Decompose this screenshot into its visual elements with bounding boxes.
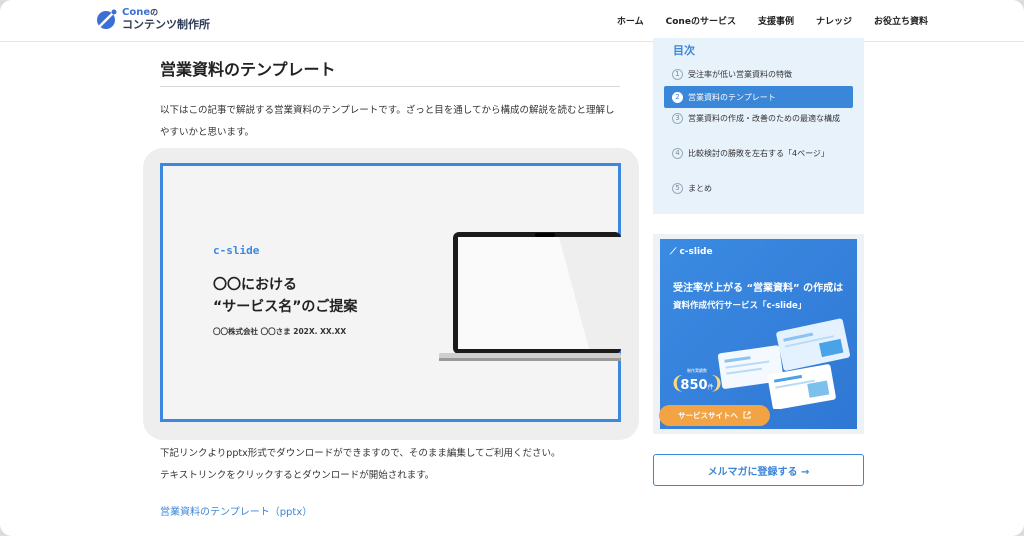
banner-achievement-badge: ❨ 制作実績数 850件 ❩	[670, 365, 724, 399]
toc-title: 目次	[673, 44, 695, 57]
title-divider	[160, 86, 620, 87]
site-logo[interactable]: Coneの コンテンツ制作所	[96, 7, 210, 31]
c-slide-banner[interactable]: ⟋ c-slide 受注率が上がる “営業資料” の作成は 資料作成代行サービス…	[653, 234, 864, 434]
download-text-1: 下記リンクよりpptx形式でダウンロードができますので、そのまま編集してご利用く…	[160, 448, 561, 459]
slide-brand: c-slide	[213, 244, 260, 257]
toc-item-2[interactable]: 2 営業資料のテンプレート	[664, 86, 853, 108]
toc-number-3: 3	[672, 113, 683, 124]
laptop-illustration	[439, 232, 621, 368]
toc-label-1: 受注率が低い営業資料の特徴	[688, 70, 792, 79]
external-link-icon	[743, 411, 751, 421]
logo-cone-text: Cone	[122, 7, 151, 18]
toc-number-4: 4	[672, 148, 683, 159]
site-header: Coneの コンテンツ制作所 ホーム Coneのサービス 支援事例 ナレッジ お…	[0, 0, 1024, 42]
download-text-2: テキストリンクをクリックするとダウンロードが開始されます。	[160, 470, 435, 481]
toc-label-5: まとめ	[688, 184, 712, 193]
toc-label-2: 営業資料のテンプレート	[688, 92, 776, 102]
toc-item-4[interactable]: 4 比較検討の勝敗を左右する「4ページ」	[664, 147, 853, 160]
toc-number-5: 5	[672, 183, 683, 194]
toc-item-3[interactable]: 3 営業資料の作成・改善のための最適な構成	[664, 112, 853, 125]
banner-brand: ⟋ c-slide	[670, 247, 713, 257]
template-preview-image: c-slide 〇〇における “サービス名”のご提案 〇〇株式会社 〇〇さま 2…	[160, 163, 621, 422]
toc-number-2: 2	[672, 91, 683, 103]
download-paragraph: 下記リンクよりpptx形式でダウンロードができますので、そのまま編集してご利用く…	[160, 443, 622, 487]
logo-subtitle: コンテンツ制作所	[122, 18, 210, 31]
toc-label-4: 比較検討の勝敗を左右する「4ページ」	[688, 149, 829, 158]
laurel-left-icon: ❨	[670, 373, 686, 394]
service-site-label: サービスサイトへ	[678, 411, 738, 420]
toc-item-1[interactable]: 1 受注率が低い営業資料の特徴	[664, 68, 853, 81]
slide-heading-line1: 〇〇における	[213, 277, 297, 293]
newsletter-signup-button[interactable]: メルマガに登録する →	[653, 454, 864, 486]
nav-case-studies[interactable]: 支援事例	[758, 14, 794, 27]
service-site-button[interactable]: サービスサイトへ	[659, 405, 770, 426]
banner-brand-text: c-slide	[679, 247, 713, 257]
nav-services[interactable]: Coneのサービス	[666, 14, 736, 27]
cone-logo-icon	[96, 8, 118, 30]
slide-heading-line2: “サービス名”のご提案	[213, 299, 358, 315]
nav-resources[interactable]: お役立ち資料	[874, 14, 928, 27]
intro-paragraph: 以下はこの記事で解説する営業資料のテンプレートです。ざっと目を通してから構成の解…	[160, 105, 615, 138]
table-of-contents: 目次 1 受注率が低い営業資料の特徴 2 営業資料のテンプレート 3 営業資料の…	[653, 38, 864, 214]
main-nav: ホーム Coneのサービス 支援事例 ナレッジ お役立ち資料	[617, 14, 928, 27]
toc-label-3: 営業資料の作成・改善のための最適な構成	[688, 114, 840, 123]
nav-home[interactable]: ホーム	[617, 14, 644, 27]
section-title: 営業資料のテンプレート	[160, 60, 336, 79]
logo-no-text: の	[150, 8, 159, 17]
toc-number-1: 1	[672, 69, 683, 80]
slide-subtitle: 〇〇株式会社 〇〇さま 202X. XX.XX	[213, 327, 347, 336]
banner-panel: ⟋ c-slide 受注率が上がる “営業資料” の作成は 資料作成代行サービス…	[660, 239, 857, 429]
banner-documents-illustration	[717, 318, 850, 409]
toc-item-5[interactable]: 5 まとめ	[664, 182, 853, 195]
browser-page: Coneの コンテンツ制作所 ホーム Coneのサービス 支援事例 ナレッジ お…	[0, 0, 1024, 536]
slide-heading: 〇〇における “サービス名”のご提案	[213, 274, 357, 318]
c-slide-logo-icon: ⟋	[670, 247, 677, 257]
laurel-right-icon: ❩	[708, 373, 724, 394]
template-download-link[interactable]: 営業資料のテンプレート（pptx）	[160, 503, 312, 518]
banner-headline: 受注率が上がる “営業資料” の作成は	[673, 283, 844, 294]
nav-knowledge[interactable]: ナレッジ	[816, 14, 852, 27]
